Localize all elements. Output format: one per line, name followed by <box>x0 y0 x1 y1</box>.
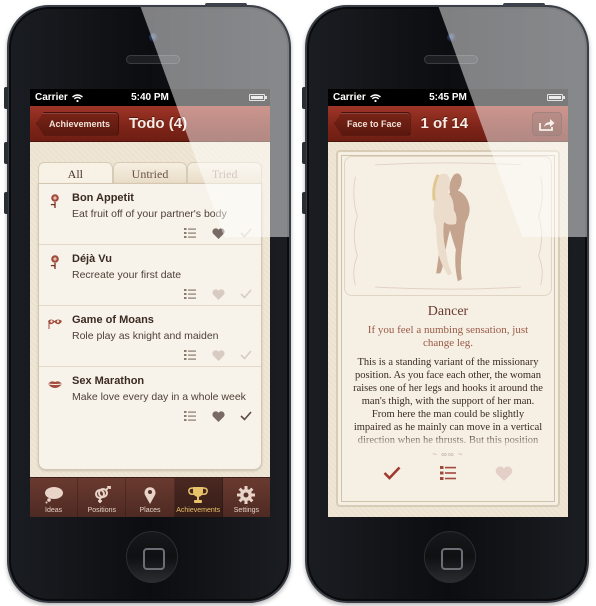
volume-down-button <box>302 192 306 214</box>
earpiece-speaker <box>424 55 478 64</box>
favorite-heart-icon[interactable] <box>211 288 225 300</box>
favorite-heart-icon[interactable] <box>494 464 514 482</box>
tabbar-label: Places <box>139 507 161 514</box>
home-button[interactable] <box>424 531 476 583</box>
rose-icon <box>50 255 59 269</box>
share-button[interactable] <box>532 112 562 136</box>
todo-screen: Carrier 5:40 PM Achievements Todo (4) Al… <box>30 89 270 517</box>
volume-up-button <box>302 142 306 164</box>
mute-switch <box>4 87 8 109</box>
item-title: Sex Marathon <box>72 375 145 387</box>
rose-icon <box>50 194 59 208</box>
item-description: Make love every day in a whole week <box>72 391 246 403</box>
ornament-divider: ~ ∞∞ ~ <box>432 450 464 459</box>
favorite-heart-icon[interactable] <box>211 410 225 422</box>
item-description: Role play as knight and maiden <box>72 330 219 342</box>
volume-down-button <box>4 192 8 214</box>
details-list-icon[interactable] <box>183 410 197 422</box>
back-button-face-to-face[interactable]: Face to Face <box>334 111 411 136</box>
gear-icon <box>237 486 256 504</box>
details-list-icon[interactable] <box>183 349 197 361</box>
tabbar-label: Ideas <box>45 507 63 514</box>
volume-up-button <box>4 142 8 164</box>
item-actions <box>72 404 253 427</box>
filter-tabs: All Untried Tried <box>38 162 263 184</box>
mute-switch <box>302 87 306 109</box>
power-button <box>503 3 545 7</box>
earpiece-speaker <box>126 55 180 64</box>
battery-icon <box>249 94 267 101</box>
page-counter: 1 of 14 <box>420 115 469 132</box>
power-button <box>205 3 247 7</box>
item-title: Déjà Vu <box>72 253 112 265</box>
status-bar: Carrier 5:40 PM <box>30 89 270 106</box>
mark-tried-check-icon[interactable] <box>239 349 253 361</box>
illustration-frame <box>344 156 552 296</box>
tabbar-ideas[interactable]: Ideas <box>30 478 79 517</box>
content-area: Dancer If you feel a numbing sensation, … <box>328 142 568 517</box>
front-camera <box>149 33 158 42</box>
position-name: Dancer <box>427 304 469 319</box>
lips-icon <box>48 381 62 388</box>
position-description[interactable]: This is a standing variant of the missio… <box>352 356 544 448</box>
list-item[interactable]: Sex Marathon Make love every day in a wh… <box>39 367 261 427</box>
details-list-icon[interactable] <box>183 288 197 300</box>
trophy-icon <box>188 487 209 503</box>
navigation-bar: Achievements Todo (4) <box>30 106 270 142</box>
battery-icon <box>547 94 565 101</box>
tried-check-icon[interactable] <box>382 464 402 482</box>
details-list-icon[interactable] <box>438 464 458 482</box>
item-description: Eat fruit off of your partner's body <box>72 208 227 220</box>
position-tip: If you feel a numbing sensation, just ch… <box>367 324 529 349</box>
back-button-achievements[interactable]: Achievements <box>36 111 120 136</box>
phone-right: Carrier 5:45 PM Face to Face 1 of 14 Dan… <box>302 3 589 603</box>
thought-bubble-icon <box>44 487 63 504</box>
item-description: Recreate your first date <box>72 269 182 281</box>
item-title: Game of Moans <box>72 314 154 326</box>
mark-tried-check-icon[interactable] <box>239 227 253 239</box>
todo-list: Bon Appetit Eat fruit off of your partne… <box>38 183 262 470</box>
navigation-bar: Face to Face 1 of 14 <box>328 106 568 142</box>
mask-icon <box>48 319 62 329</box>
tabbar-achievements[interactable]: Achievements <box>174 478 223 517</box>
mark-tried-check-icon[interactable] <box>239 410 253 422</box>
tabbar-label: Achievements <box>176 507 221 514</box>
favorite-heart-icon[interactable] <box>211 227 225 239</box>
tab-bar: Ideas Positions Places Achievements Sett… <box>30 477 270 517</box>
list-item[interactable]: Game of Moans Role play as knight and ma… <box>39 306 261 367</box>
status-bar: Carrier 5:45 PM <box>328 89 568 106</box>
tab-all[interactable]: All <box>38 162 113 184</box>
page-title: Todo (4) <box>129 115 188 132</box>
tab-untried[interactable]: Untried <box>112 162 188 184</box>
gender-symbols-icon <box>94 486 111 503</box>
front-camera <box>447 33 456 42</box>
clock: 5:40 PM <box>131 92 169 103</box>
item-title: Bon Appetit <box>72 192 134 204</box>
share-icon <box>539 118 555 131</box>
phone-left: Carrier 5:40 PM Achievements Todo (4) Al… <box>4 3 291 603</box>
home-button[interactable] <box>126 531 178 583</box>
tabbar-label: Positions <box>87 507 116 514</box>
map-pin-icon <box>144 487 156 504</box>
card-actions <box>338 464 558 482</box>
position-detail-screen: Carrier 5:45 PM Face to Face 1 of 14 Dan… <box>328 89 568 517</box>
details-list-icon[interactable] <box>183 227 197 239</box>
list-item[interactable]: Déjà Vu Recreate your first date <box>39 245 261 306</box>
content-area: All Untried Tried Bon Appetit Eat fruit … <box>30 142 270 517</box>
clock: 5:45 PM <box>429 92 467 103</box>
tabbar-positions[interactable]: Positions <box>78 478 127 517</box>
mark-tried-check-icon[interactable] <box>239 288 253 300</box>
position-illustration <box>353 162 543 290</box>
tabbar-places[interactable]: Places <box>126 478 175 517</box>
item-actions <box>72 282 253 305</box>
list-item[interactable]: Bon Appetit Eat fruit off of your partne… <box>39 184 261 245</box>
tabbar-settings[interactable]: Settings <box>223 478 270 517</box>
position-card: Dancer If you feel a numbing sensation, … <box>336 150 560 507</box>
tab-tried[interactable]: Tried <box>187 162 263 184</box>
item-actions <box>72 221 253 244</box>
item-actions <box>72 343 253 366</box>
favorite-heart-icon[interactable] <box>211 349 225 361</box>
tabbar-label: Settings <box>233 507 260 514</box>
